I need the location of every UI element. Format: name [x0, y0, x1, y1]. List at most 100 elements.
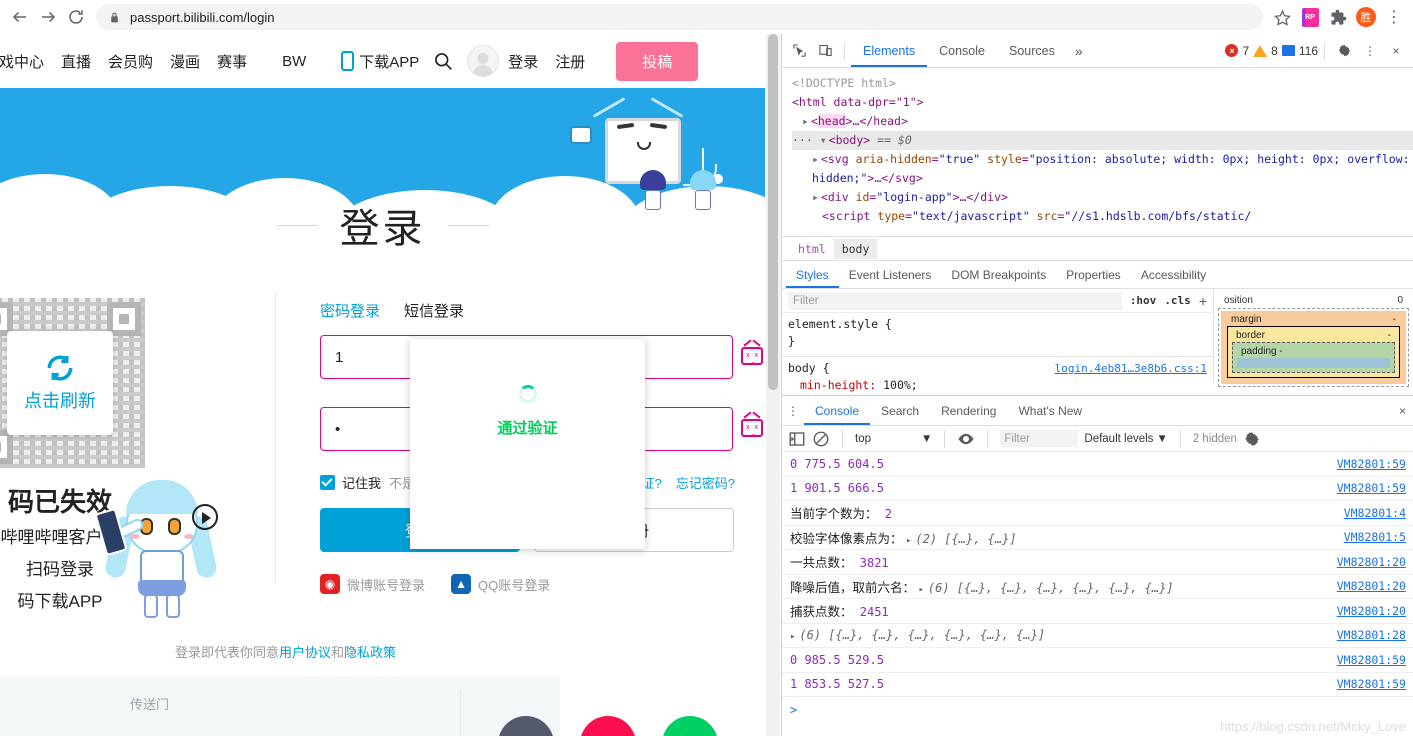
nav-register-link[interactable]: 注册: [555, 51, 585, 72]
dom-html-tag[interactable]: <html data-dpr="1">: [792, 93, 1413, 112]
console-source-link[interactable]: VM82801:5: [1344, 530, 1406, 544]
console-source-link[interactable]: VM82801:59: [1337, 653, 1406, 667]
collapse-arrow-icon[interactable]: ▾: [820, 133, 827, 147]
console-row[interactable]: 1 853.5 527.5 VM82801:59: [782, 673, 1413, 697]
expand-arrow-icon[interactable]: ▸: [906, 536, 911, 546]
live-expression-icon[interactable]: [957, 430, 975, 448]
post-button[interactable]: 投稿: [616, 41, 699, 81]
tab-styles[interactable]: Styles: [786, 261, 839, 288]
gear-icon[interactable]: [1331, 38, 1357, 64]
scrollbar-thumb[interactable]: [768, 34, 778, 390]
nav-login-link[interactable]: 登录: [508, 51, 538, 72]
reload-icon[interactable]: [62, 3, 90, 31]
hov-toggle[interactable]: :hov: [1130, 294, 1157, 307]
tab-console[interactable]: Console: [927, 34, 997, 67]
qq-login[interactable]: ▲ QQ账号登录: [451, 574, 550, 594]
device-toolbar-icon[interactable]: [812, 38, 838, 64]
puzzle-icon[interactable]: [1325, 4, 1351, 30]
dom-script-row[interactable]: <script type="text/javascript" src="//s1…: [792, 207, 1413, 226]
nav-item-game[interactable]: 游戏中心: [0, 51, 44, 72]
console-row[interactable]: ▸ (6) [{…}, {…}, {…}, {…}, {…}, {…}] VM828…: [782, 624, 1413, 648]
body-selector[interactable]: body {: [788, 361, 830, 375]
nav-item-esports[interactable]: 赛事: [217, 51, 247, 72]
console-source-link[interactable]: VM82801:20: [1337, 579, 1406, 593]
console-object[interactable]: (2) [{…}, {…}]: [915, 532, 1016, 546]
back-arrow-icon[interactable]: [6, 3, 34, 31]
console-object[interactable]: (6) [{…}, {…}, {…}, {…}, {…}, {…}]: [799, 628, 1045, 642]
dom-body-row[interactable]: ··· ▾ <body> == $0: [792, 131, 1413, 150]
nav-item-bw[interactable]: BW: [282, 53, 306, 70]
box-model-margin[interactable]: margin - border - padding -: [1221, 311, 1406, 384]
console-source-link[interactable]: VM82801:20: [1337, 555, 1406, 569]
devtools-menu-icon[interactable]: ⋮: [1357, 38, 1383, 64]
address-bar[interactable]: passport.bilibili.com/login: [96, 4, 1263, 30]
breadcrumb-html[interactable]: html: [790, 239, 834, 259]
drawer-tab-whats-new[interactable]: What's New: [1007, 396, 1093, 425]
more-tabs-icon[interactable]: »: [1067, 43, 1091, 59]
console-row[interactable]: 1 901.5 666.5 VM82801:59: [782, 477, 1413, 501]
tab-sms-login[interactable]: 短信登录: [404, 300, 464, 321]
new-style-rule-button[interactable]: +: [1199, 293, 1207, 309]
console-row[interactable]: 捕获点数： 2451 VM82801:20: [782, 599, 1413, 624]
cls-toggle[interactable]: .cls: [1164, 294, 1191, 307]
expand-arrow-icon[interactable]: ▸: [790, 632, 795, 642]
tab-properties[interactable]: Properties: [1056, 261, 1131, 288]
clear-console-icon[interactable]: [812, 430, 830, 448]
profile-avatar[interactable]: 胜: [1353, 4, 1379, 30]
devtools-close-icon[interactable]: ×: [1383, 38, 1409, 64]
breadcrumb-body[interactable]: body: [833, 238, 878, 259]
console-source-link[interactable]: VM82801:4: [1344, 506, 1406, 520]
privacy-policy-link[interactable]: 隐私政策: [344, 645, 396, 660]
box-model-diagram[interactable]: margin - border - padding -: [1218, 308, 1409, 387]
element-style-selector[interactable]: element.style {: [788, 316, 1207, 333]
dom-head-row[interactable]: ▸ <head>…</head>: [792, 112, 1413, 131]
console-object[interactable]: (6) [{…}, {…}, {…}, {…}, {…}, {…}]: [928, 581, 1174, 595]
drawer-tab-search[interactable]: Search: [870, 396, 930, 425]
drawer-tab-console[interactable]: Console: [804, 396, 871, 425]
tab-password-login[interactable]: 密码登录: [320, 300, 380, 321]
expand-arrow-icon[interactable]: ▸: [812, 152, 819, 166]
tab-elements[interactable]: Elements: [851, 34, 928, 67]
user-agreement-link[interactable]: 用户协议: [279, 645, 331, 660]
search-icon[interactable]: [433, 51, 453, 71]
dom-svg-row[interactable]: ▸ <svg aria-hidden="true" style="position…: [792, 150, 1413, 188]
console-source-link[interactable]: VM82801:20: [1337, 604, 1406, 618]
inspect-cursor-icon[interactable]: [786, 38, 812, 64]
tab-dom-breakpoints[interactable]: DOM Breakpoints: [941, 261, 1056, 288]
console-hidden-count[interactable]: 2 hidden: [1193, 433, 1237, 445]
download-app-link[interactable]: 下载APP: [341, 51, 419, 72]
console-levels-dropdown[interactable]: Default levels ▼: [1084, 433, 1167, 445]
nav-item-manga[interactable]: 漫画: [170, 51, 200, 72]
console-source-link[interactable]: VM82801:59: [1337, 457, 1406, 471]
drawer-close-icon[interactable]: ×: [1399, 404, 1413, 418]
body-rule-decl[interactable]: min-height: 100%;: [788, 377, 1207, 394]
console-row[interactable]: 0 775.5 604.5 VM82801:59: [782, 452, 1413, 477]
footer-circle-2[interactable]: [580, 716, 636, 736]
drawer-menu-icon[interactable]: ⋮: [782, 404, 804, 418]
box-model-border[interactable]: border - padding -: [1227, 326, 1400, 378]
console-context-selector[interactable]: top ▼: [855, 433, 932, 445]
console-row[interactable]: 校验字体像素点为： ▸ (2) [{…}, {…}] VM82801:5: [782, 526, 1413, 550]
qr-refresh-button[interactable]: 点击刷新: [7, 331, 113, 435]
console-source-link[interactable]: VM82801:59: [1337, 677, 1406, 691]
nav-item-live[interactable]: 直播: [61, 51, 91, 72]
console-source-link[interactable]: VM82801:59: [1337, 481, 1406, 495]
box-model-padding[interactable]: padding -: [1232, 342, 1395, 373]
drawer-tab-rendering[interactable]: Rendering: [930, 396, 1007, 425]
console-row[interactable]: 降噪后值，取前六名： ▸ (6) [{…}, {…}, {…}, {…}, {…}…: [782, 575, 1413, 599]
dom-div-row[interactable]: ▸ <div id="login-app">…</div>: [792, 188, 1413, 207]
console-sidebar-icon[interactable]: [788, 430, 806, 448]
captcha-popup[interactable]: 通过验证: [410, 339, 645, 549]
box-model-content[interactable]: [1237, 358, 1390, 368]
avatar[interactable]: [467, 45, 500, 77]
issue-counts[interactable]: × 7 8 116: [1225, 44, 1318, 58]
expand-arrow-icon[interactable]: ▸: [802, 114, 809, 128]
page-scrollbar[interactable]: [766, 34, 780, 736]
extension-rp-icon[interactable]: RP: [1297, 4, 1323, 30]
expand-arrow-icon[interactable]: ▸: [812, 190, 819, 204]
console-source-link[interactable]: VM82801:28: [1337, 628, 1406, 642]
console-row[interactable]: 一共点数： 3821 VM82801:20: [782, 550, 1413, 575]
styles-filter-input[interactable]: Filter: [788, 291, 1122, 310]
console-settings-gear-icon[interactable]: [1243, 430, 1261, 448]
star-icon[interactable]: [1269, 4, 1295, 30]
